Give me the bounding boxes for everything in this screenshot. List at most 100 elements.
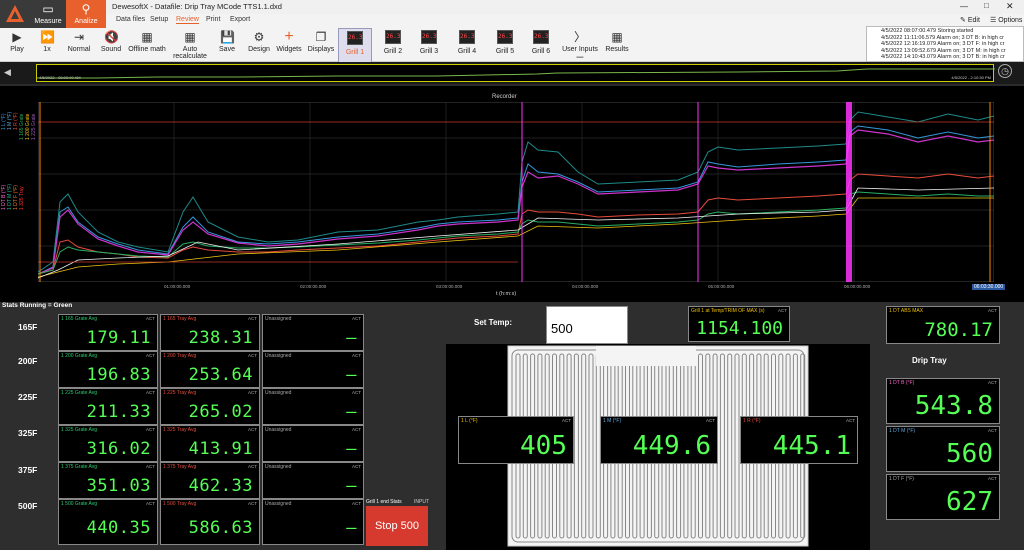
- overview-chart[interactable]: 4/5/2022 - 08:00:00 AM 4/5/2022 - 2:10:3…: [36, 64, 995, 82]
- grill-2-label: Grill 2: [383, 48, 403, 55]
- play-icon: ▶: [12, 30, 22, 44]
- act-tag: ACT: [988, 380, 997, 385]
- recorder-plot[interactable]: [38, 102, 994, 282]
- grate-avg-display: 1 165 Grate Avg ACT 179.11: [58, 314, 158, 351]
- grate-avg-title: 1 500 Grate Avg: [61, 501, 98, 507]
- window-title: DewesoftX - Datafile: Drip Tray MCode TT…: [112, 2, 282, 11]
- overview-strip[interactable]: ◀ 4/5/2022 - 08:00:00 AM 4/5/2022 - 2:10…: [0, 62, 1024, 84]
- input-tag: INPUT: [414, 499, 429, 505]
- grate-avg-value: 211.33: [86, 402, 151, 422]
- tray-avg-value: 413.91: [188, 439, 253, 459]
- unassigned-title: Unassigned: [265, 427, 292, 433]
- x-tick-label: 04:00:00.000: [572, 284, 599, 289]
- measure-icon: ▭: [42, 2, 54, 16]
- overview-start-time: 4/5/2022 - 08:00:00 AM: [39, 75, 81, 80]
- tray-avg-display: 1 165 Tray Avg ACT 238.31: [160, 314, 260, 351]
- menu-export[interactable]: Export: [230, 16, 250, 23]
- unassigned-title: Unassigned: [265, 390, 292, 396]
- tray-avg-title: 1 375 Tray Avg: [163, 464, 197, 470]
- tab-analize[interactable]: ⚲ Analize: [66, 0, 106, 28]
- unassigned-value: —: [346, 439, 357, 459]
- event-list[interactable]: 4/5/2022 08:07:00.479 Storing started 4/…: [866, 26, 1024, 62]
- results-label: Results: [605, 46, 629, 53]
- menu-setup[interactable]: Setup: [150, 16, 168, 23]
- grate-right-title: 1 R (°F): [743, 418, 761, 424]
- set-temp-label: Set Temp:: [474, 318, 513, 327]
- maximize-icon[interactable]: □: [984, 1, 989, 10]
- set-temp-input[interactable]: 500: [546, 306, 628, 344]
- grill-3-icon: 26.3: [421, 30, 437, 44]
- scroll-left-icon[interactable]: ◀: [4, 67, 11, 78]
- calculator-refresh-icon: ▦: [184, 30, 196, 44]
- calculator-icon: ▦: [141, 30, 153, 44]
- close-icon[interactable]: ✕: [1006, 1, 1014, 12]
- options-label: Options: [998, 17, 1023, 24]
- unassigned-display: Unassigned ACT —: [262, 351, 364, 388]
- clock-icon[interactable]: ◷: [998, 64, 1012, 78]
- design-label: Design: [248, 46, 270, 53]
- options-button[interactable]: ☰ Options: [990, 16, 1022, 24]
- recorder-panel[interactable]: Recorder 1 L (°F) 1 M (°F) 1 R (°F) 1 16…: [0, 86, 1024, 302]
- act-tag: ACT: [146, 316, 155, 321]
- dt-abs-max-display: 1 DT ABS MAX ACT 780.17: [886, 306, 1000, 344]
- unassigned-display: Unassigned ACT —: [262, 462, 364, 499]
- unassigned-display: Unassigned ACT —: [262, 425, 364, 462]
- menu-review[interactable]: Review: [176, 16, 199, 24]
- dt-abs-max-title: 1 DT ABS MAX: [889, 308, 924, 314]
- stop-500-button[interactable]: Stop 500: [366, 506, 428, 546]
- act-tag: ACT: [248, 390, 257, 395]
- act-tag: ACT: [988, 308, 997, 313]
- drip-tray-back-display: 1 DT B (°F) ACT 543.8: [886, 378, 1000, 424]
- tray-avg-value: 253.64: [188, 365, 253, 385]
- row-label: 200F: [18, 356, 38, 366]
- grate-avg-title: 1 325 Grate Avg: [61, 427, 98, 433]
- x-tick-label: 02:00:00.000: [300, 284, 327, 289]
- event-item[interactable]: 4/5/2022 12:16:19.079 Alarm on; 3 DT F: …: [881, 41, 1021, 48]
- unassigned-title: Unassigned: [265, 464, 292, 470]
- row-label: 325F: [18, 428, 38, 438]
- channel-axis-labels: 1 L (°F) 1 M (°F) 1 R (°F) 1 165 Grate 1…: [1, 100, 37, 270]
- row-label: 165F: [18, 322, 38, 332]
- grate-avg-display: 1 325 Grate Avg ACT 316.02: [58, 425, 158, 462]
- row-label: 225F: [18, 392, 38, 402]
- act-tag: ACT: [146, 427, 155, 432]
- time-at-temp-title: Grill 1 at Temp/TRIM OF MAX (s): [691, 308, 765, 314]
- unassigned-value: —: [346, 328, 357, 348]
- minimize-icon[interactable]: —: [960, 2, 968, 11]
- axis-label: 1 225 Grate: [31, 113, 37, 140]
- menu-data-files[interactable]: Data files: [116, 16, 145, 23]
- edit-button[interactable]: ✎ Edit: [960, 16, 980, 24]
- act-tag: ACT: [352, 464, 361, 469]
- row-label: 500F: [18, 501, 38, 511]
- tray-avg-title: 1 165 Tray Avg: [163, 316, 197, 322]
- unassigned-title: Unassigned: [265, 353, 292, 359]
- x-tick-label: 03:00:00.000: [436, 284, 463, 289]
- grate-avg-display: 1 200 Grate Avg ACT 196.83: [58, 351, 158, 388]
- menu-print[interactable]: Print: [206, 16, 220, 23]
- tray-avg-title: 1 225 Tray Avg: [163, 390, 197, 396]
- tray-avg-value: 238.31: [188, 328, 253, 348]
- grate-avg-display: 1 500 Grate Avg ACT 440.35: [58, 499, 158, 545]
- act-tag: ACT: [248, 501, 257, 506]
- grate-avg-value: 196.83: [86, 365, 151, 385]
- sound-label: Sound: [100, 46, 122, 53]
- grate-right-display: 1 R (°F) ACT 445.1: [740, 416, 858, 464]
- act-tag: ACT: [352, 353, 361, 358]
- grate-avg-title: 1 165 Grate Avg: [61, 316, 98, 322]
- tab-measure-label: Measure: [34, 18, 62, 25]
- tab-measure[interactable]: ▭ Measure: [30, 0, 66, 28]
- act-tag: ACT: [248, 464, 257, 469]
- grate-middle-title: 1 M (°F): [603, 418, 622, 424]
- tray-avg-display: 1 500 Tray Avg ACT 586.63: [160, 499, 260, 545]
- act-tag: ACT: [778, 308, 787, 313]
- grate-left-display: 1 L (°F) ACT 405: [458, 416, 574, 464]
- unassigned-display: Unassigned ACT —: [262, 499, 364, 545]
- grate-left-title: 1 L (°F): [461, 418, 478, 424]
- unassigned-title: Unassigned: [265, 316, 292, 322]
- grate-avg-value: 351.03: [86, 476, 151, 496]
- grill-5-icon: 26.3: [497, 30, 513, 44]
- event-item[interactable]: 4/5/2022 14:10:43.079 Alarm on; 3 DT B: …: [881, 54, 1021, 61]
- act-tag: ACT: [352, 316, 361, 321]
- tray-avg-title: 1 325 Tray Avg: [163, 427, 197, 433]
- row-label: 375F: [18, 465, 38, 475]
